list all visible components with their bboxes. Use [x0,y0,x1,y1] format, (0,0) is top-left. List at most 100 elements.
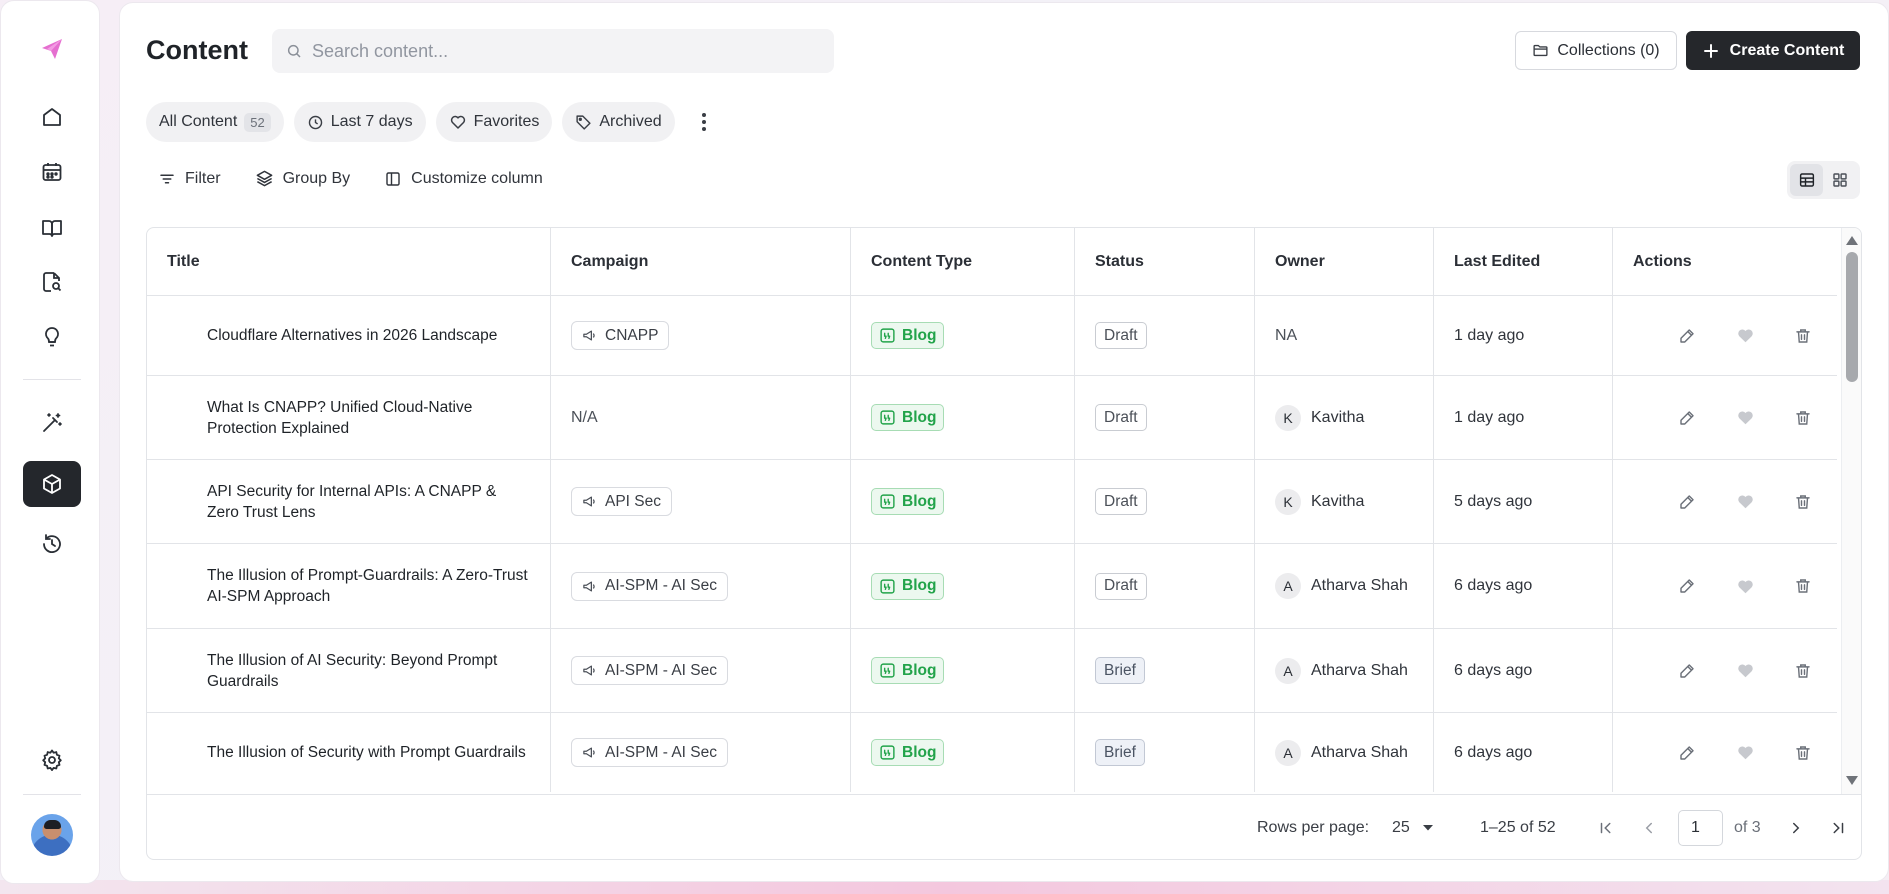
delete-button[interactable] [1793,743,1813,763]
sidebar-item-create[interactable] [23,400,81,446]
customize-column-button[interactable]: Customize column [384,170,543,188]
favorite-button[interactable] [1735,326,1755,346]
delete-button[interactable] [1793,408,1813,428]
campaign-tag[interactable]: API Sec [571,487,672,516]
sidebar-item-review[interactable] [23,259,81,305]
quote-icon [880,663,895,678]
first-page-button[interactable] [1594,816,1618,840]
content-title[interactable]: The Illusion of AI Security: Beyond Prom… [207,650,530,692]
heart-icon [1737,495,1753,509]
content-title[interactable]: Cloudflare Alternatives in 2026 Landscap… [207,325,497,346]
column-header-content-type[interactable]: Content Type [851,228,1075,296]
grid-view-button[interactable] [1823,164,1856,196]
logo-paper-plane-icon[interactable] [23,26,81,72]
favorite-button[interactable] [1735,408,1755,428]
group-by-button[interactable]: Group By [255,169,350,188]
scroll-thumb[interactable] [1846,252,1858,382]
sidebar-item-calendar[interactable] [23,149,81,195]
content-type-label: Blog [902,408,937,426]
filter-button[interactable]: Filter [158,170,221,188]
search-icon [287,44,301,58]
sidebar-item-history[interactable] [23,521,81,567]
favorite-button[interactable] [1735,492,1755,512]
search-input[interactable] [312,40,792,62]
campaign-tag[interactable]: AI-SPM - AI Sec [571,738,728,767]
table-view-button[interactable] [1790,164,1823,196]
table-cell: N/A [551,376,851,459]
scroll-down-arrow[interactable] [1846,776,1858,785]
quote-icon [880,494,895,509]
content-type-label: Blog [902,326,937,344]
create-content-button[interactable]: Create Content [1686,31,1860,70]
chip-all-content[interactable]: All Content 52 [146,102,284,142]
table-row[interactable]: Cloudflare Alternatives in 2026 Landscap… [147,296,1837,376]
page-title: Content [146,35,248,65]
content-title[interactable]: API Security for Internal APIs: A CNAPP … [207,481,530,523]
column-header-title[interactable]: Title [147,228,551,296]
column-header-status[interactable]: Status [1075,228,1255,296]
column-header-last-edited[interactable]: Last Edited [1434,228,1613,296]
edit-button[interactable] [1677,492,1697,512]
heart-icon [450,115,465,129]
table-scrollbar[interactable] [1841,228,1861,794]
favorite-button[interactable] [1735,743,1755,763]
content-title[interactable]: What Is CNAPP? Unified Cloud-Native Prot… [207,397,530,439]
sidebar-item-content[interactable] [23,461,81,507]
content-title[interactable]: The Illusion of Security with Prompt Gua… [207,742,526,763]
collections-button[interactable]: Collections (0) [1515,31,1677,70]
edit-button[interactable] [1677,326,1697,346]
edit-icon [1680,579,1694,593]
avatar[interactable] [31,814,73,856]
column-header-owner[interactable]: Owner [1255,228,1434,296]
owner-avatar: A [1275,573,1301,599]
next-page-button[interactable] [1784,816,1808,840]
content-type-label: Blog [902,577,937,594]
chip-last-7-days[interactable]: Last 7 days [293,102,426,142]
favorite-button[interactable] [1735,576,1755,596]
campaign-tag[interactable]: CNAPP [571,321,670,350]
table-cell [1613,713,1837,792]
delete-button[interactable] [1793,492,1813,512]
sidebar-item-settings[interactable] [23,737,81,783]
prev-page-button[interactable] [1637,816,1661,840]
chip-archived[interactable]: Archived [562,102,675,142]
chip-favorites-label: Favorites [473,113,540,130]
table-row[interactable]: What Is CNAPP? Unified Cloud-Native Prot… [147,376,1837,460]
campaign-tag[interactable]: AI-SPM - AI Sec [571,656,728,685]
table-row[interactable]: The Illusion of Security with Prompt Gua… [147,713,1837,792]
campaign-label: AI-SPM - AI Sec [605,577,717,594]
edit-button[interactable] [1677,661,1697,681]
edit-button[interactable] [1677,408,1697,428]
table-row[interactable]: API Security for Internal APIs: A CNAPP … [147,460,1837,544]
columns-icon [386,171,400,186]
content-title[interactable]: The Illusion of Prompt-Guardrails: A Zer… [207,565,530,607]
sidebar-item-ideas[interactable] [23,314,81,360]
favorite-button[interactable] [1735,661,1755,681]
edit-button[interactable] [1677,743,1697,763]
last-page-button[interactable] [1826,816,1850,840]
chip-all-content-label: All Content [159,113,238,130]
chevron-right-icon [1793,822,1800,833]
delete-button[interactable] [1793,326,1813,346]
sidebar-item-library[interactable] [23,205,81,251]
rows-per-page-select[interactable]: 25 [1392,819,1434,837]
column-header-campaign[interactable]: Campaign [551,228,851,296]
table-cell: 1 day ago [1434,296,1613,375]
search-box[interactable] [272,29,834,73]
table-row[interactable]: The Illusion of Prompt-Guardrails: A Zer… [147,544,1837,629]
delete-button[interactable] [1793,661,1813,681]
table-row[interactable]: The Illusion of AI Security: Beyond Prom… [147,629,1837,713]
chip-favorites[interactable]: Favorites [435,102,553,142]
tag-icon [576,114,591,130]
content-type-badge: Blog [871,657,945,684]
delete-button[interactable] [1793,576,1813,596]
owner-name: Atharva Shah [1311,577,1408,594]
more-options-button[interactable] [693,102,715,142]
table-cell: Draft [1075,544,1255,628]
sidebar-item-home[interactable] [23,94,81,140]
scroll-up-arrow[interactable] [1846,236,1858,245]
layers-icon [256,170,272,187]
edit-button[interactable] [1677,576,1697,596]
page-number-input[interactable] [1678,809,1723,846]
campaign-tag[interactable]: AI-SPM - AI Sec [571,571,728,601]
